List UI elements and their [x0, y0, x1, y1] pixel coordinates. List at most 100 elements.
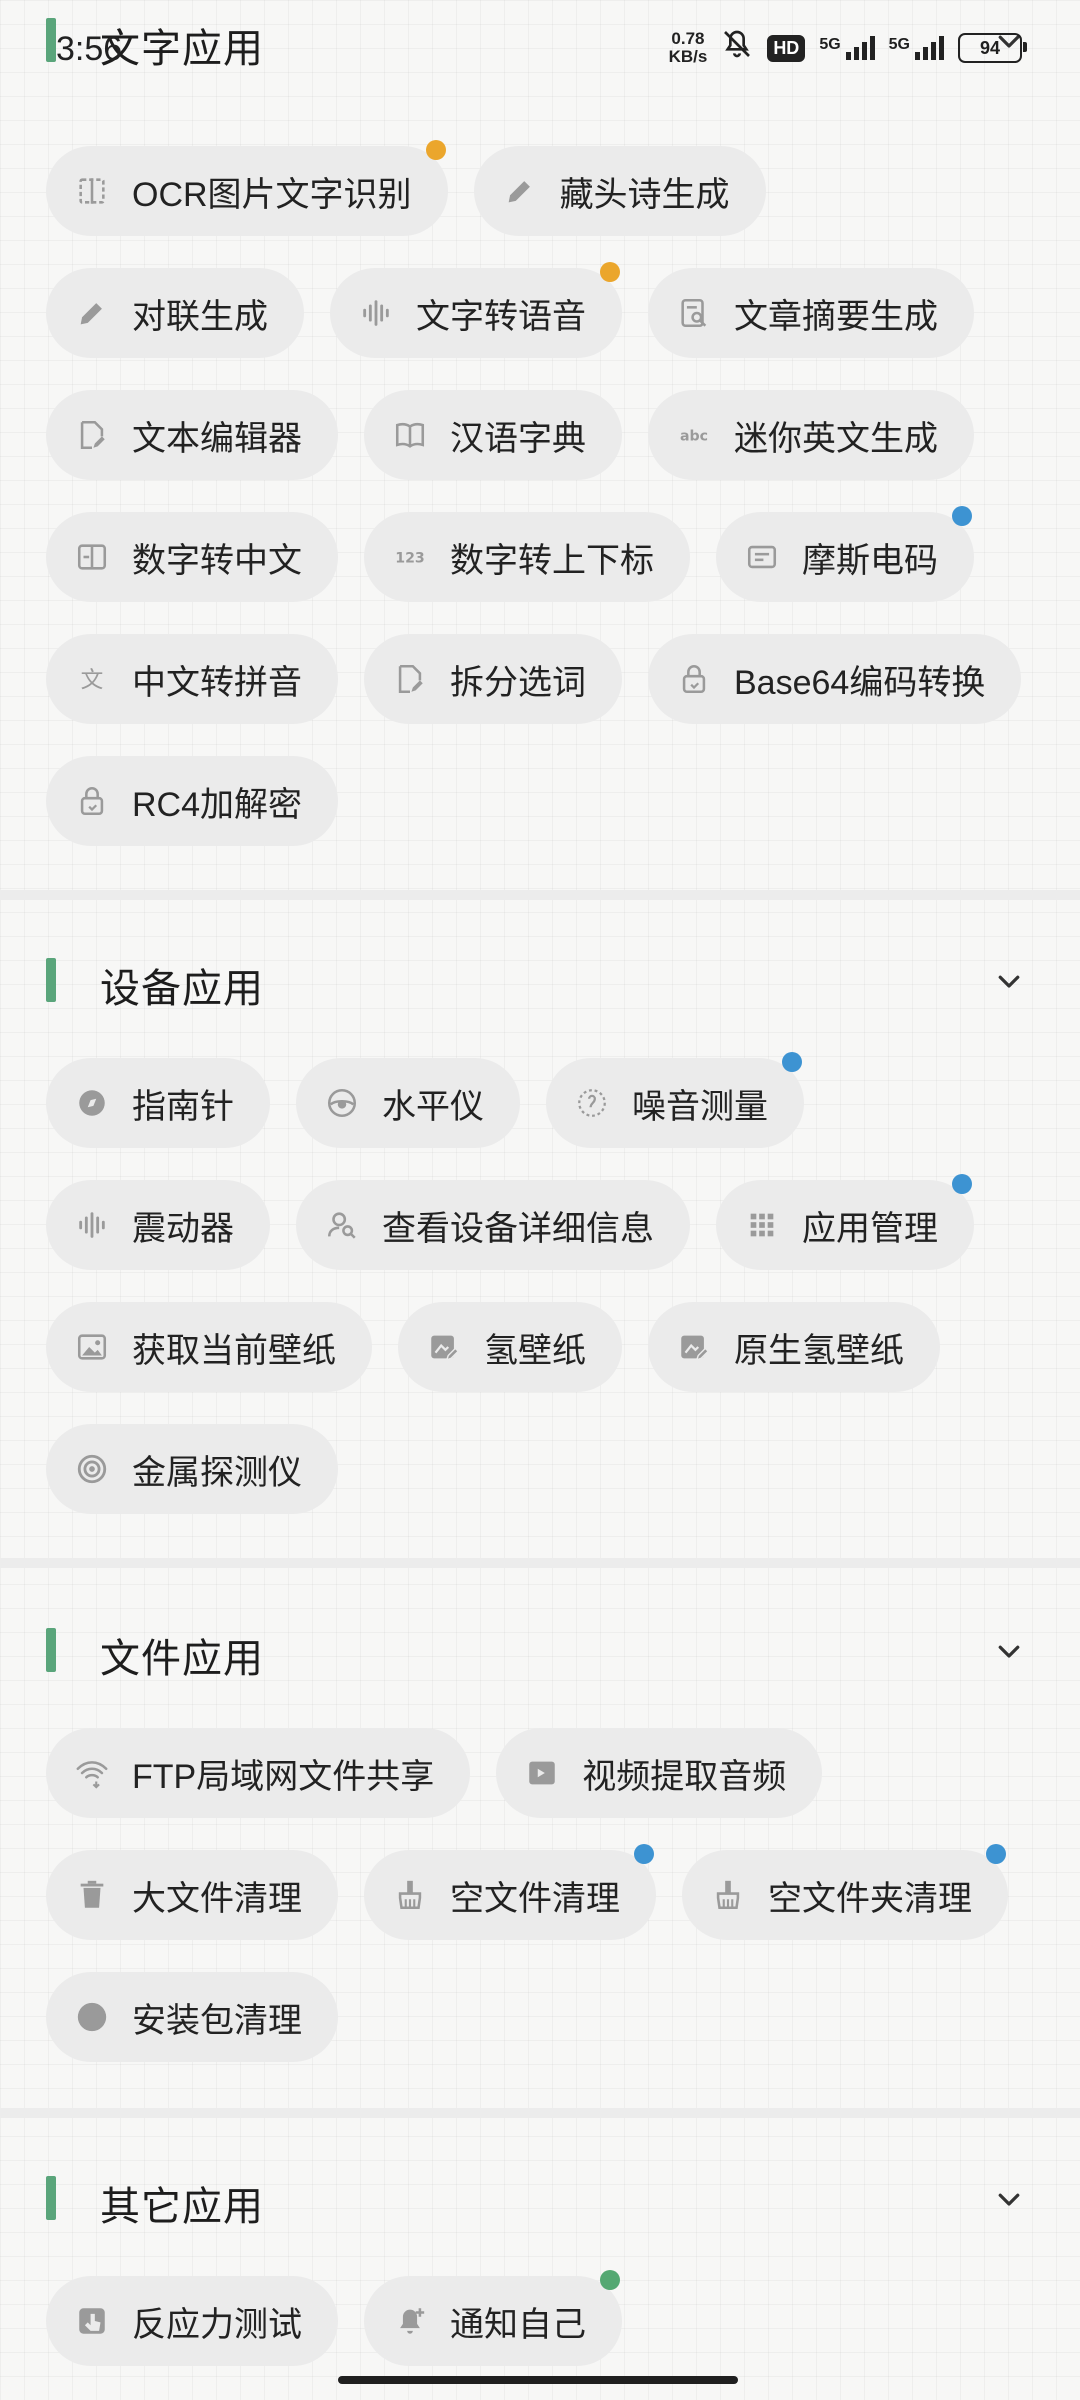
sim1-type: 5G — [819, 36, 841, 53]
network-speed-value: 0.78 — [671, 29, 705, 48]
tool-chip[interactable]: Base64编码转换 — [648, 634, 1022, 724]
tool-chip[interactable]: 应用管理 — [716, 1174, 974, 1270]
tool-chip[interactable]: 反应力测试 — [46, 2276, 338, 2366]
waveform-icon — [74, 1207, 110, 1243]
mute-bell-icon — [721, 28, 753, 68]
tool-chip[interactable]: 摩斯电码 — [716, 506, 974, 602]
tool-chip-label: OCR图片文字识别 — [132, 175, 412, 214]
tool-chip-label: 文章摘要生成 — [734, 297, 938, 336]
tool-chip-label: 汉语字典 — [450, 419, 586, 458]
tool-chip[interactable]: 大文件清理 — [46, 1850, 338, 1940]
level-icon — [324, 1085, 360, 1121]
tool-chip[interactable]: 汉语字典 — [364, 390, 622, 480]
section-divider — [0, 890, 1080, 900]
tool-chip[interactable]: 原生氢壁纸 — [648, 1302, 940, 1392]
tool-chip[interactable]: 通知自己 — [364, 2270, 622, 2366]
tool-chip[interactable]: 123 数字转上下标 — [364, 512, 690, 602]
new-badge-dot — [634, 1844, 654, 1864]
chevron-down-icon[interactable] — [994, 2184, 1024, 2214]
tool-chip[interactable]: 藏头诗生成 — [473, 146, 766, 236]
tool-chip-label: 大文件清理 — [132, 1879, 302, 1918]
section-title: 文件应用 — [100, 1637, 264, 1681]
tool-chip[interactable]: FTP局域网文件共享 — [46, 1728, 471, 1818]
section-accent-bar — [46, 958, 56, 1002]
tool-chip-label: FTP局域网文件共享 — [132, 1757, 435, 1796]
tool-chip-label: 空文件夹清理 — [768, 1879, 972, 1918]
tool-chip[interactable]: 获取当前壁纸 — [46, 1302, 372, 1392]
new-badge-dot — [600, 2270, 620, 2290]
tool-chip-label: Base64编码转换 — [734, 663, 986, 702]
tool-chip[interactable]: 文本编辑器 — [46, 390, 338, 480]
tool-chip[interactable]: 空文件夹清理 — [682, 1844, 1008, 1940]
battery-icon: 94 — [958, 33, 1027, 63]
tool-chip[interactable]: 金属探测仪 — [46, 1424, 338, 1514]
new-badge-dot — [600, 262, 620, 282]
tool-chip[interactable]: 文字转语音 — [330, 262, 622, 358]
user-search-icon — [324, 1207, 360, 1243]
123-icon: 123 — [392, 539, 428, 575]
document-edit-icon — [392, 661, 428, 697]
tool-chip[interactable]: 空文件清理 — [364, 1844, 656, 1940]
wifi-transfer-icon — [74, 1755, 110, 1791]
svg-text:文: 文 — [81, 668, 104, 694]
tool-chip[interactable]: 查看设备详细信息 — [296, 1180, 690, 1270]
tool-chip-label: 查看设备详细信息 — [382, 1209, 654, 1248]
section-header[interactable]: 其它应用 — [0, 2158, 1080, 2238]
chip-list: FTP局域网文件共享 视频提取音频大文件清理 空文件清理 空文件夹清理安装包清理 — [46, 1728, 1046, 2062]
chevron-down-icon[interactable] — [994, 1636, 1024, 1666]
tool-chip[interactable]: 文章摘要生成 — [648, 268, 974, 358]
tool-chip[interactable]: 视频提取音频 — [496, 1728, 823, 1818]
section-header[interactable]: 设备应用 — [0, 940, 1080, 1020]
signal-sim1-icon: 5G — [819, 36, 875, 60]
new-badge-dot — [952, 506, 972, 526]
new-badge-dot — [952, 1174, 972, 1194]
tool-chip-label: 视频提取音频 — [582, 1757, 787, 1796]
tool-chip-label: 摩斯电码 — [802, 541, 938, 580]
circle-icon — [74, 1999, 110, 2035]
home-indicator[interactable] — [338, 2376, 738, 2384]
image-edit-icon — [676, 1329, 712, 1365]
document-search-icon — [676, 295, 712, 331]
tool-chip[interactable]: 氢壁纸 — [398, 1302, 622, 1392]
tool-chip-label: 文本编辑器 — [132, 419, 302, 458]
tool-chip-label: 震动器 — [132, 1209, 234, 1248]
broom-icon — [710, 1877, 746, 1913]
chevron-down-icon[interactable] — [994, 966, 1024, 996]
tool-chip-label: 反应力测试 — [132, 2305, 302, 2344]
pencil-icon — [74, 295, 110, 331]
tool-chip[interactable]: 文 中文转拼音 — [46, 634, 338, 724]
tool-chip-label: 数字转上下标 — [450, 541, 654, 580]
tool-chip[interactable]: 拆分选词 — [364, 634, 622, 724]
tool-chip[interactable]: 数字转中文 — [46, 512, 338, 602]
section-header[interactable]: 文件应用 — [0, 1610, 1080, 1690]
section-accent-bar — [46, 2176, 56, 2220]
lock-icon — [74, 783, 110, 819]
tool-chip[interactable]: OCR图片文字识别 — [46, 140, 448, 236]
tool-chip-label: 指南针 — [132, 1087, 234, 1126]
tool-chip-label: 中文转拼音 — [132, 663, 302, 702]
tool-chip[interactable]: 安装包清理 — [46, 1972, 338, 2062]
tool-chip-label: 应用管理 — [802, 1209, 938, 1248]
tool-chip-label: 文字转语音 — [416, 297, 586, 336]
image-edit-icon — [426, 1329, 462, 1365]
tool-chip[interactable]: 指南针 — [46, 1058, 270, 1148]
status-bar: 3:56 0.78 KB/s HD 5G 5G 94 — [0, 0, 1080, 96]
network-speed-unit: KB/s — [668, 47, 708, 66]
chip-list: OCR图片文字识别 藏头诗生成对联生成 文字转语音 文章摘要生成文本编辑器 汉语字典 ab… — [46, 140, 1046, 846]
ocr-scan-icon — [74, 173, 110, 209]
tool-chip[interactable]: abc 迷你英文生成 — [648, 390, 974, 480]
svg-text:abc: abc — [680, 429, 708, 445]
noise-icon — [574, 1085, 610, 1121]
card-icon — [744, 539, 780, 575]
tool-chip[interactable]: 对联生成 — [46, 268, 304, 358]
tool-chip[interactable]: 水平仪 — [296, 1058, 520, 1148]
tool-chip[interactable]: 噪音测量 — [546, 1052, 804, 1148]
chip-list: 指南针 水平仪 噪音测量震动器 查看设备详细信息 应用管理获取当前壁纸 氢壁纸 原生氢壁纸金… — [46, 1052, 1046, 1514]
abc-icon: abc — [676, 417, 712, 453]
tool-chip-label: 迷你英文生成 — [734, 419, 938, 458]
new-badge-dot — [782, 1052, 802, 1072]
trash-icon — [74, 1877, 110, 1913]
tool-chip-label: 获取当前壁纸 — [132, 1331, 336, 1370]
tool-chip[interactable]: 震动器 — [46, 1180, 270, 1270]
tool-chip[interactable]: RC4加解密 — [46, 756, 339, 846]
